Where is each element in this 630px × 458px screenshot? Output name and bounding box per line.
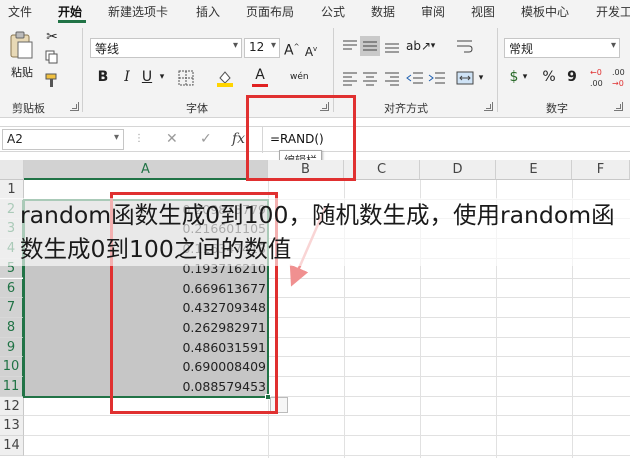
chevron-down-icon: ▾	[610, 40, 616, 51]
formula-highlight-box	[246, 95, 356, 181]
select-all-corner[interactable]	[0, 160, 24, 180]
row-header-1[interactable]: 1	[0, 180, 24, 200]
column-header-a[interactable]: A	[24, 160, 268, 180]
chevron-down-icon[interactable]: ▾	[476, 69, 486, 87]
overlay-caption: random函数生成0到100，随机数生成，使用random函数生成0到100之…	[0, 198, 630, 266]
row-header-11[interactable]: 11	[0, 377, 24, 397]
group-divider	[82, 28, 83, 112]
font-size-select[interactable]: 12 ▾	[244, 38, 280, 58]
chevron-down-icon[interactable]: ▾	[520, 68, 530, 86]
copy-icon[interactable]	[45, 50, 59, 64]
comma-style-button[interactable]: 9	[564, 68, 580, 86]
tab-file[interactable]: 文件	[8, 3, 32, 20]
menu-tab-bar: 文件 开始 新建选项卡 插入 页面布局 公式 数据 审阅 视图 模板中心 开发工	[0, 0, 630, 24]
chevron-down-icon[interactable]: ▾	[157, 68, 167, 86]
svg-text:.00: .00	[590, 79, 603, 88]
decrease-indent-icon[interactable]	[406, 70, 424, 86]
gridline-row	[24, 454, 630, 456]
chevron-down-icon: ▾	[232, 40, 238, 51]
wrap-text-icon[interactable]	[456, 38, 474, 54]
clipboard-launcher-icon[interactable]	[70, 102, 79, 111]
align-top-icon[interactable]	[342, 38, 358, 54]
tab-page-layout[interactable]: 页面布局	[246, 3, 294, 20]
fill-color-icon[interactable]	[216, 69, 234, 87]
merge-center-icon[interactable]	[456, 70, 474, 86]
alignment-group-label: 对齐方式	[384, 102, 428, 115]
row-header-7[interactable]: 7	[0, 298, 24, 318]
gridline-row	[24, 415, 630, 417]
row-header-12[interactable]: 12	[0, 396, 24, 417]
underline-button[interactable]: U	[140, 68, 154, 86]
paste-label[interactable]: 粘贴	[11, 64, 33, 80]
chevron-down-icon: ▾	[270, 40, 276, 51]
tab-new-tab[interactable]: 新建选项卡	[108, 3, 168, 20]
phonetic-guide-button[interactable]: wén	[290, 68, 309, 86]
enter-icon[interactable]: ✓	[200, 131, 212, 147]
italic-button[interactable]: I	[120, 68, 134, 86]
borders-icon[interactable]	[178, 70, 194, 86]
font-name-select[interactable]: 等线 ▾	[90, 38, 242, 58]
chevron-down-icon: ▾	[113, 132, 119, 143]
row-header-9[interactable]: 9	[0, 337, 24, 358]
align-center-icon[interactable]	[362, 70, 378, 86]
column-header-f[interactable]: F	[572, 160, 630, 180]
tab-formulas[interactable]: 公式	[321, 3, 345, 20]
column-header-e[interactable]: E	[496, 160, 572, 180]
tab-view[interactable]: 视图	[471, 3, 495, 20]
alignment-launcher-icon[interactable]	[484, 102, 493, 111]
number-group-label: 数字	[546, 102, 568, 115]
font-color-button[interactable]: A	[252, 66, 268, 84]
clipboard-group-label: 剪贴板	[12, 102, 45, 115]
tab-data[interactable]: 数据	[371, 3, 395, 20]
font-group-label: 字体	[186, 102, 208, 115]
format-painter-icon[interactable]	[44, 72, 60, 88]
number-format-select[interactable]: 常规 ▾	[504, 38, 620, 58]
row-header-8[interactable]: 8	[0, 317, 24, 338]
name-box[interactable]: A2 ▾	[2, 129, 124, 150]
cut-icon[interactable]: ✂	[44, 28, 60, 46]
percent-style-button[interactable]: %	[540, 68, 558, 86]
decrease-decimal-icon[interactable]: .00→0	[612, 66, 630, 88]
svg-text:→0: →0	[612, 79, 624, 88]
orientation-icon[interactable]: ab↗	[406, 37, 431, 55]
align-middle-icon[interactable]	[362, 38, 378, 54]
align-left-icon[interactable]	[342, 70, 358, 86]
number-launcher-icon[interactable]	[614, 102, 623, 111]
cancel-icon[interactable]: ✕	[166, 131, 178, 147]
align-right-icon[interactable]	[384, 70, 400, 86]
group-divider	[497, 28, 498, 112]
tab-review[interactable]: 审阅	[421, 3, 445, 20]
svg-text:←0: ←0	[590, 68, 602, 77]
row-header-14[interactable]: 14	[0, 436, 24, 456]
gridline-row	[24, 435, 630, 437]
active-tab-indicator	[58, 20, 86, 23]
font-color-swatch	[252, 84, 268, 87]
svg-text:.00: .00	[612, 68, 625, 77]
chevron-down-icon[interactable]: ▾	[428, 37, 438, 55]
paste-icon[interactable]	[8, 30, 34, 60]
insert-function-icon[interactable]: fx	[232, 131, 245, 147]
tab-home[interactable]: 开始	[58, 3, 82, 20]
row-header-10[interactable]: 10	[0, 357, 24, 377]
row-header-6[interactable]: 6	[0, 278, 24, 299]
row-header-13[interactable]: 13	[0, 416, 24, 437]
grow-font-button[interactable]: A^	[284, 38, 299, 60]
increase-decimal-icon[interactable]: ←0.00	[590, 66, 608, 88]
increase-indent-icon[interactable]	[428, 70, 446, 86]
column-header-d[interactable]: D	[420, 160, 496, 180]
tab-insert[interactable]: 插入	[196, 3, 220, 20]
align-bottom-icon[interactable]	[384, 38, 400, 54]
shrink-font-button[interactable]: Av	[304, 40, 318, 61]
tab-developer[interactable]: 开发工	[596, 3, 630, 20]
more-options-icon: ⋮	[134, 133, 144, 144]
tab-template-center[interactable]: 模板中心	[521, 3, 569, 20]
bold-button[interactable]: B	[96, 68, 110, 86]
